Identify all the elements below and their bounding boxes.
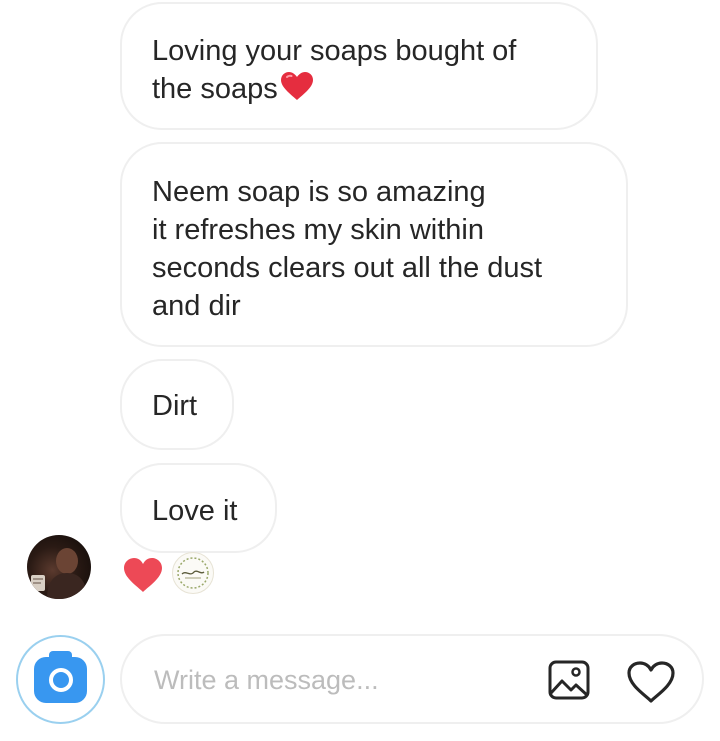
heart-outline-icon[interactable] [626, 660, 676, 709]
message-input-placeholder: Write a message... [154, 665, 379, 695]
camera-button[interactable] [16, 635, 105, 724]
red-heart-icon [279, 71, 315, 111]
message-bubble[interactable]: Dirt [120, 359, 234, 450]
avatar-photo [31, 548, 87, 599]
message-bubble[interactable]: Loving your soaps bought of the soaps [120, 2, 598, 130]
message-text: Dirt [152, 390, 198, 422]
message-text: Loving your soaps bought of the soaps [152, 35, 517, 105]
image-gallery-icon[interactable] [547, 659, 591, 706]
camera-icon [34, 650, 87, 703]
message-bubble[interactable]: Neem soap is so amazing it refreshes my … [120, 142, 628, 347]
message-composer: Write a message... [0, 620, 720, 741]
message-input[interactable]: Write a message... [120, 634, 704, 724]
red-heart-icon [122, 556, 164, 599]
avatar[interactable] [27, 535, 91, 599]
sticker-icon [172, 552, 214, 594]
message-bubble[interactable]: Love it [120, 463, 277, 553]
message-text: Neem soap is so amazing it refreshes my … [152, 176, 543, 322]
message-text: Love it [152, 495, 238, 527]
